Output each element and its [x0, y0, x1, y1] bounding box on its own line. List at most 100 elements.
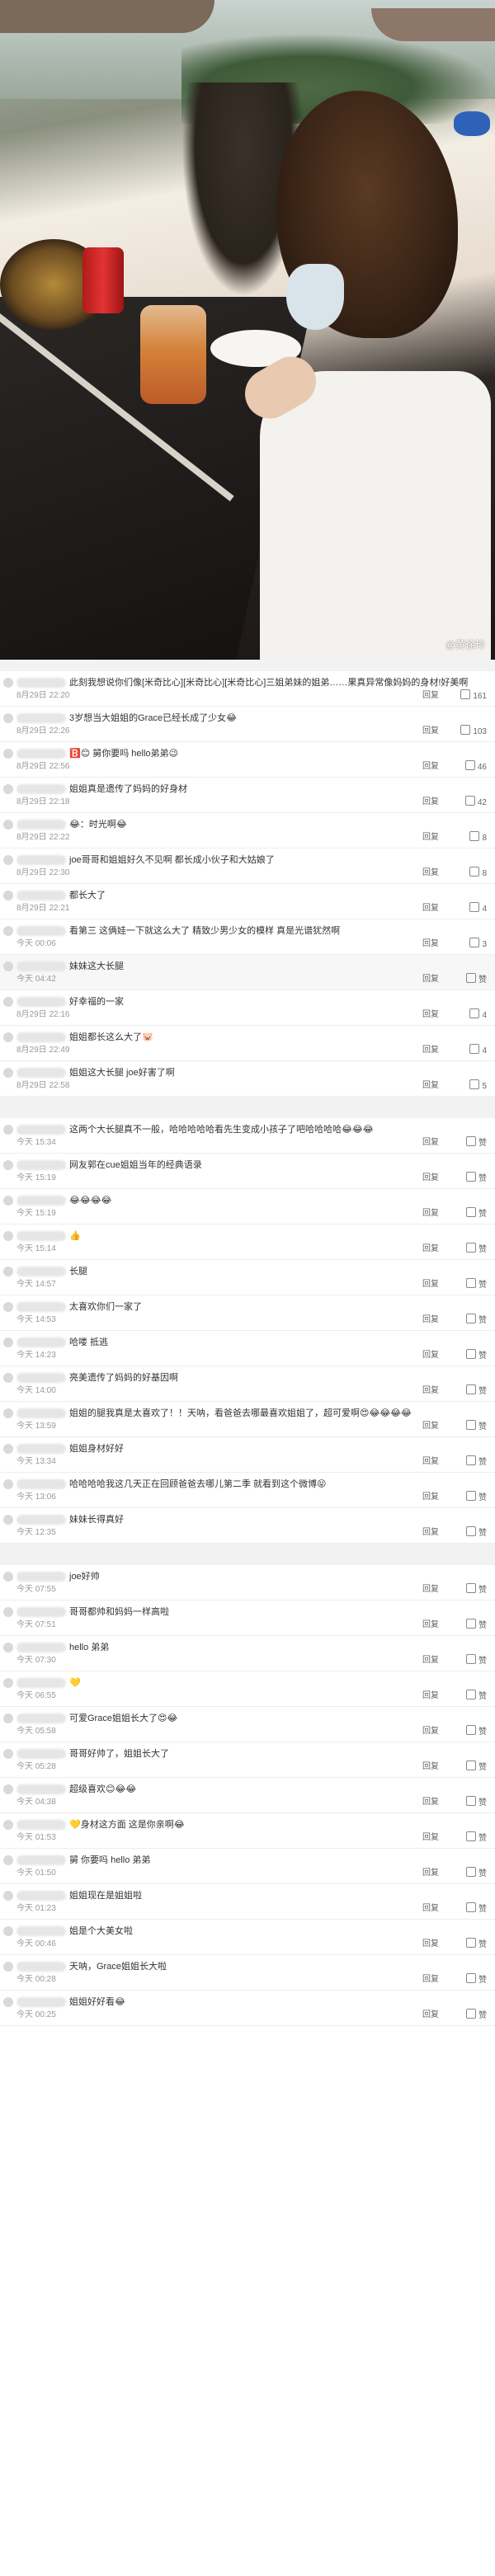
username-blurred[interactable]: [16, 1749, 66, 1760]
username-blurred[interactable]: [16, 1572, 66, 1582]
like-button[interactable]: 赞: [466, 1796, 487, 1810]
like-button[interactable]: 赞: [466, 1455, 487, 1469]
username-blurred[interactable]: [16, 1160, 66, 1171]
avatar[interactable]: [3, 1479, 13, 1489]
username-blurred[interactable]: [16, 1444, 66, 1455]
avatar[interactable]: [3, 891, 13, 900]
avatar[interactable]: [3, 1515, 13, 1525]
username-blurred[interactable]: [16, 1926, 66, 1937]
like-button[interactable]: 赞: [466, 1207, 487, 1221]
avatar[interactable]: [3, 855, 13, 865]
avatar[interactable]: [3, 1926, 13, 1936]
reply-button[interactable]: 回复: [422, 867, 439, 880]
like-button[interactable]: 赞: [466, 1491, 487, 1505]
post-photo[interactable]: @黄徐玲: [0, 0, 495, 660]
like-button[interactable]: 赞: [466, 1690, 487, 1704]
reply-button[interactable]: 回复: [422, 1583, 439, 1596]
reply-button[interactable]: 回复: [422, 2009, 439, 2022]
like-button[interactable]: 赞: [466, 1384, 487, 1398]
like-button[interactable]: 161: [460, 689, 487, 703]
like-button[interactable]: 42: [464, 796, 487, 810]
avatar[interactable]: [3, 1373, 13, 1383]
username-blurred[interactable]: [16, 1784, 66, 1795]
like-button[interactable]: 4: [469, 902, 487, 916]
like-button[interactable]: 赞: [466, 1619, 487, 1633]
like-button[interactable]: 赞: [466, 2009, 487, 2023]
like-button[interactable]: 赞: [466, 1526, 487, 1540]
username-blurred[interactable]: [16, 1373, 66, 1384]
username-blurred[interactable]: [16, 1515, 66, 1525]
username-blurred[interactable]: [16, 855, 66, 866]
like-button[interactable]: 赞: [466, 1902, 487, 1916]
avatar[interactable]: [3, 678, 13, 688]
avatar[interactable]: [3, 1678, 13, 1688]
username-blurred[interactable]: [16, 1607, 66, 1618]
reply-button[interactable]: 回复: [422, 1455, 439, 1469]
like-button[interactable]: 46: [464, 760, 487, 774]
like-button[interactable]: 赞: [466, 1760, 487, 1775]
avatar[interactable]: [3, 1643, 13, 1652]
avatar[interactable]: [3, 784, 13, 794]
like-button[interactable]: 103: [460, 725, 487, 739]
avatar[interactable]: [3, 1231, 13, 1241]
username-blurred[interactable]: [16, 997, 66, 1008]
like-button[interactable]: 赞: [466, 1314, 487, 1328]
username-blurred[interactable]: [16, 1891, 66, 1901]
avatar[interactable]: [3, 1572, 13, 1582]
avatar[interactable]: [3, 1607, 13, 1617]
like-button[interactable]: 赞: [466, 1172, 487, 1186]
like-button[interactable]: 赞: [466, 1867, 487, 1881]
reply-button[interactable]: 回复: [422, 1831, 439, 1845]
reply-button[interactable]: 回复: [422, 1619, 439, 1632]
reply-button[interactable]: 回复: [422, 902, 439, 915]
username-blurred[interactable]: [16, 961, 66, 972]
reply-button[interactable]: 回复: [422, 1867, 439, 1880]
reply-button[interactable]: 回复: [422, 1136, 439, 1149]
like-button[interactable]: 4: [469, 1008, 487, 1022]
reply-button[interactable]: 回复: [422, 1902, 439, 1916]
reply-button[interactable]: 回复: [422, 831, 439, 844]
avatar[interactable]: [3, 1713, 13, 1723]
avatar[interactable]: [3, 1267, 13, 1276]
like-button[interactable]: 赞: [466, 1136, 487, 1150]
avatar[interactable]: [3, 1997, 13, 2007]
username-blurred[interactable]: [16, 1479, 66, 1490]
like-button[interactable]: 8: [469, 867, 487, 881]
reply-button[interactable]: 回复: [422, 1278, 439, 1291]
avatar[interactable]: [3, 1784, 13, 1794]
reply-button[interactable]: 回复: [422, 1044, 439, 1057]
username-blurred[interactable]: [16, 1068, 66, 1079]
avatar[interactable]: [3, 1962, 13, 1972]
username-blurred[interactable]: [16, 1997, 66, 2008]
username-blurred[interactable]: [16, 1855, 66, 1866]
reply-button[interactable]: 回复: [422, 1526, 439, 1539]
avatar[interactable]: [3, 1125, 13, 1135]
username-blurred[interactable]: [16, 1643, 66, 1653]
like-button[interactable]: 赞: [466, 973, 487, 987]
reply-button[interactable]: 回复: [422, 1796, 439, 1809]
avatar[interactable]: [3, 1160, 13, 1170]
username-blurred[interactable]: [16, 1032, 66, 1043]
avatar[interactable]: [3, 997, 13, 1007]
reply-button[interactable]: 回复: [422, 1172, 439, 1185]
reply-button[interactable]: 回复: [422, 796, 439, 809]
username-blurred[interactable]: [16, 1713, 66, 1724]
reply-button[interactable]: 回复: [422, 1760, 439, 1774]
reply-button[interactable]: 回复: [422, 1654, 439, 1667]
username-blurred[interactable]: [16, 926, 66, 937]
like-button[interactable]: 赞: [466, 1725, 487, 1739]
avatar[interactable]: [3, 1337, 13, 1347]
username-blurred[interactable]: [16, 1408, 66, 1419]
avatar[interactable]: [3, 713, 13, 723]
like-button[interactable]: 赞: [466, 1938, 487, 1952]
reply-button[interactable]: 回复: [422, 1491, 439, 1504]
avatar[interactable]: [3, 1068, 13, 1078]
username-blurred[interactable]: [16, 784, 66, 795]
username-blurred[interactable]: [16, 1231, 66, 1242]
avatar[interactable]: [3, 1032, 13, 1042]
avatar[interactable]: [3, 1196, 13, 1206]
avatar[interactable]: [3, 1302, 13, 1312]
like-button[interactable]: 3: [469, 938, 487, 952]
like-button[interactable]: 赞: [466, 1243, 487, 1257]
avatar[interactable]: [3, 1891, 13, 1901]
